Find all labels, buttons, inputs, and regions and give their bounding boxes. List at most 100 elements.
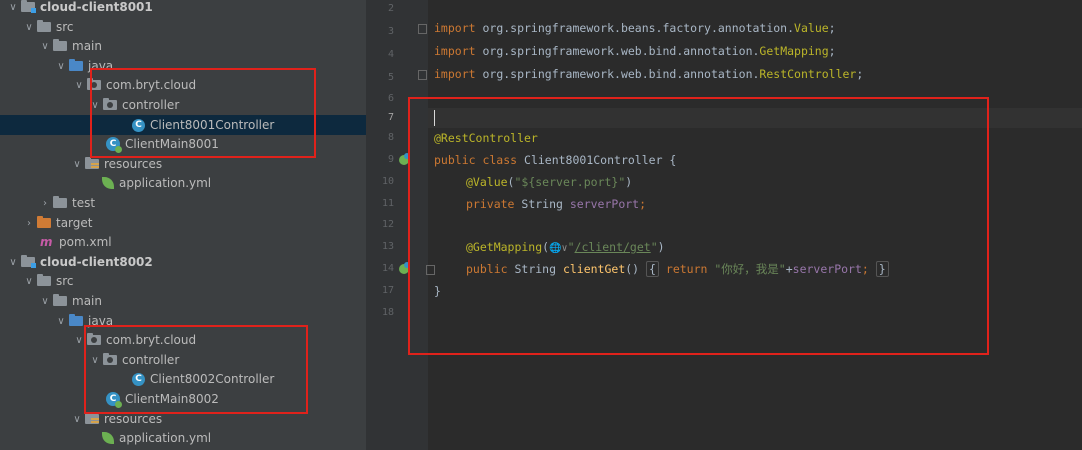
tree-item-label: src [56, 274, 74, 288]
spring-boot-class-icon: C [106, 392, 122, 408]
import-class: RestController [759, 67, 857, 81]
module-folder-icon [21, 0, 36, 13]
tree-item[interactable]: C Client8002Controller [0, 369, 366, 389]
import-keyword: import [434, 67, 476, 81]
chevron-down-icon[interactable]: ∨ [56, 61, 66, 72]
chevron-down-icon[interactable]: ∨ [74, 335, 84, 346]
import-package: org.springframework.web.bind.annotation. [475, 67, 760, 81]
tree-item-label: application.yml [119, 176, 212, 190]
tree-item-label: controller [122, 353, 180, 367]
folder-icon [53, 294, 67, 306]
tree-item[interactable]: C ClientMain8002 [0, 389, 366, 409]
tree-item-label: Client8002Controller [150, 372, 275, 386]
code-line-17[interactable]: } [434, 281, 441, 301]
tree-item[interactable]: › test [0, 193, 366, 213]
tree-item-label: resources [104, 412, 163, 426]
spring-bean-gutter-icon[interactable] [397, 153, 411, 167]
code-line-3[interactable]: import org.springframework.beans.factory… [434, 18, 836, 38]
chevron-down-icon[interactable]: ∨ [90, 100, 100, 111]
tree-item[interactable]: ∨ controller [0, 95, 366, 115]
tree-item[interactable]: ∨ resources [0, 409, 366, 429]
tree-item[interactable]: ∨ java [0, 311, 366, 331]
tree-item[interactable]: › target [0, 213, 366, 233]
source-folder-icon [69, 314, 83, 326]
tree-item[interactable]: ∨ com.bryt.cloud [0, 75, 366, 95]
tree-item[interactable]: ∨ com.bryt.cloud [0, 330, 366, 350]
keyword: public class [434, 153, 525, 167]
chevron-down-icon[interactable]: ∨ [24, 276, 34, 287]
chevron-down-icon[interactable]: ∨ [8, 257, 18, 268]
folded-brace-open[interactable]: { [646, 261, 659, 277]
chevron-down-icon[interactable]: ∨ [74, 80, 84, 91]
code-editor[interactable]: 2 3 4 5 6 7 8 9 10 11 12 13 14 17 18 import org.spring… [366, 0, 1082, 450]
line-number: 8 [387, 132, 394, 143]
tree-item[interactable]: application.yml [0, 173, 366, 193]
fold-marker-icon[interactable] [418, 24, 427, 34]
globe-icon[interactable]: 🌐∨ [549, 243, 567, 254]
type-name: String [514, 262, 563, 276]
tree-item-label: cloud-client8002 [40, 255, 153, 269]
tree-item[interactable]: ∨ cloud-client8002 [0, 252, 366, 272]
code-line-11[interactable]: private String serverPort; [466, 194, 646, 214]
tree-item[interactable]: ∨ java [0, 56, 366, 76]
line-number: 5 [387, 72, 394, 83]
tree-item[interactable]: ∨ src [0, 271, 366, 291]
keyword: public [466, 262, 515, 276]
import-keyword: import [434, 44, 476, 58]
target-folder-icon [37, 216, 51, 228]
chevron-down-icon[interactable]: ∨ [24, 22, 34, 33]
tree-item-label: ClientMain8002 [125, 392, 219, 406]
tree-item-label: java [88, 59, 114, 73]
fold-marker-icon[interactable] [418, 70, 427, 80]
module-folder-icon [21, 255, 36, 268]
code-line-9[interactable]: public class Client8001Controller { [434, 150, 676, 170]
tree-item-label: java [88, 314, 114, 328]
resources-folder-icon [85, 412, 99, 424]
tree-item[interactable]: m pom.xml [0, 232, 366, 252]
chevron-down-icon[interactable]: ∨ [90, 355, 100, 366]
chevron-down-icon[interactable]: ∨ [40, 296, 50, 307]
tree-item[interactable]: ∨ main [0, 36, 366, 56]
fold-marker-icon[interactable] [426, 265, 435, 275]
folder-icon [37, 274, 51, 286]
package-icon [87, 78, 101, 90]
tree-item[interactable]: ∨ controller [0, 350, 366, 370]
tree-item-label: com.bryt.cloud [106, 333, 197, 347]
tree-item-label: cloud-client8001 [40, 0, 153, 14]
chevron-down-icon[interactable]: ∨ [56, 316, 66, 327]
spring-config-icon [102, 177, 114, 189]
tree-item[interactable]: ∨ main [0, 291, 366, 311]
chevron-down-icon[interactable]: ∨ [8, 2, 18, 13]
tree-item-label: main [72, 39, 102, 53]
code-line-10[interactable]: @Value("${server.port}") [466, 172, 632, 192]
tree-item[interactable]: C Client8001Controller [0, 115, 366, 135]
chevron-right-icon[interactable]: › [40, 198, 50, 209]
annotation: @Value [466, 175, 508, 189]
tree-item[interactable]: ∨ cloud-client8001 [0, 0, 366, 17]
resources-folder-icon [85, 157, 99, 169]
line-number: 14 [381, 263, 394, 274]
spring-bean-gutter-icon[interactable] [397, 262, 411, 276]
chevron-right-icon[interactable]: › [24, 218, 34, 229]
project-tool-window: ∨ cloud-client8001 ∨ src ∨ main ∨ java ∨ com.bryt… [0, 0, 366, 450]
chevron-down-icon[interactable]: ∨ [40, 41, 50, 52]
code-line-14[interactable]: public String clientGet() { return "你好，我… [466, 259, 889, 279]
folded-brace-close[interactable]: } [875, 261, 889, 277]
code-line-4[interactable]: import org.springframework.web.bind.anno… [434, 41, 836, 61]
chevron-down-icon[interactable]: ∨ [72, 159, 82, 170]
source-folder-icon [69, 59, 83, 71]
field-name: serverPort [792, 262, 862, 276]
import-class: Value [794, 21, 829, 35]
code-line-8[interactable]: @RestController [434, 128, 538, 148]
endpoint-url-link[interactable]: /client/get [575, 240, 651, 254]
tree-item[interactable]: C ClientMain8001 [0, 134, 366, 154]
code-line-13[interactable]: @GetMapping(🌐∨"/client/get") [466, 237, 665, 257]
chevron-down-icon[interactable]: ∨ [72, 414, 82, 425]
tree-item[interactable]: ∨ resources [0, 154, 366, 174]
tree-item[interactable]: application.yml [0, 428, 366, 448]
tree-item[interactable]: ∨ src [0, 17, 366, 37]
tree-item-label: application.yml [119, 431, 212, 445]
code-line-5[interactable]: import org.springframework.web.bind.anno… [434, 64, 863, 84]
tree-item-label: pom.xml [59, 235, 112, 249]
line-number: 10 [381, 176, 394, 187]
